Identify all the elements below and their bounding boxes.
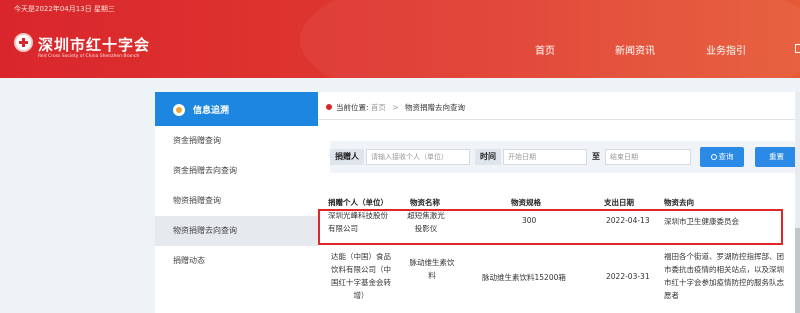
- cell-spec: 脉动维生素饮料15200箱: [482, 273, 566, 282]
- sidebar-item-fund-destination[interactable]: 资金捐赠去向查询: [155, 156, 318, 186]
- org-english-name: Red Cross Society of China Shenzhen Bran…: [38, 54, 140, 59]
- sidebar-item-fund-donation[interactable]: 资金捐赠查询: [155, 126, 318, 156]
- sidebar-item-goods-donation[interactable]: 物资捐赠查询: [155, 186, 318, 216]
- col-name: 物资名称: [410, 198, 440, 207]
- cell-date: 2022-03-31: [606, 272, 650, 281]
- col-date: 支出日期: [604, 198, 634, 207]
- info-icon: [173, 104, 185, 116]
- query-button[interactable]: 查询: [700, 147, 744, 167]
- main-panel: 当前位置: 首页 > 物资捐赠去向查询 捐赠人 请输入接收个人（单位） 时间 开…: [318, 92, 800, 313]
- nav-guide[interactable]: 业务指引: [706, 42, 746, 57]
- sidebar-header: 信息追溯: [155, 92, 318, 126]
- highlight-box: [318, 209, 783, 245]
- header-decoration: [300, 0, 800, 78]
- end-date-input[interactable]: 结束日期: [605, 149, 691, 165]
- current-date: 今天是2022年04月13日 星期三: [14, 5, 115, 13]
- search-icon: [710, 154, 717, 160]
- breadcrumb-home-link[interactable]: 首页: [371, 103, 386, 112]
- nav-more-icon[interactable]: [795, 44, 800, 53]
- search-bar: 捐赠人 请输入接收个人（单位） 时间 开始日期 至 结束日期 查询 重置: [330, 141, 798, 173]
- to-label: 至: [592, 152, 600, 161]
- breadcrumb-separator: >: [392, 103, 399, 112]
- org-name[interactable]: 深圳市红十字会: [38, 34, 150, 55]
- red-cross-logo-icon[interactable]: [14, 33, 33, 52]
- sidebar-item-donation-news[interactable]: 捐赠动态: [155, 246, 318, 276]
- page-scrollbar[interactable]: [795, 92, 800, 313]
- scrollbar-thumb[interactable]: [795, 228, 800, 313]
- donor-input[interactable]: 请输入接收个人（单位）: [366, 149, 470, 165]
- site-header: 今天是2022年04月13日 星期三 深圳市红十字会 Red Cross Soc…: [0, 0, 800, 78]
- location-pin-icon: [326, 104, 332, 110]
- cell-destination: 福田各个街道、罗湖防控指挥部、团市委抗击疫情的相关站点，以及深圳市红十字会参加疫…: [664, 252, 784, 300]
- reset-button[interactable]: 重置: [755, 147, 798, 167]
- breadcrumb: 当前位置: 首页 > 物资捐赠去向查询: [326, 102, 465, 113]
- breadcrumb-prefix: 当前位置:: [336, 103, 369, 112]
- nav-news[interactable]: 新闻资讯: [615, 42, 655, 57]
- sidebar-item-goods-destination[interactable]: 物资捐赠去向查询: [155, 216, 318, 246]
- donor-label: 捐赠人: [330, 149, 364, 165]
- table-row[interactable]: 达能（中国）食品饮料有限公司（中国红十字基金会转增） 脉动维生素饮料 脉动维生素…: [326, 250, 800, 313]
- start-date-input[interactable]: 开始日期: [503, 149, 587, 165]
- col-destination: 物资去向: [664, 198, 694, 207]
- breadcrumb-divider: [318, 119, 800, 120]
- table-header: 捐赠个人（单位） 物资名称 物资规格 支出日期 物资去向: [326, 197, 800, 209]
- time-label: 时间: [475, 149, 501, 165]
- nav-home[interactable]: 首页: [535, 42, 555, 57]
- cell-name: 脉动维生素饮料: [409, 258, 455, 280]
- col-donor: 捐赠个人（单位）: [328, 198, 388, 207]
- cell-donor: 达能（中国）食品饮料有限公司（中国红十字基金会转增）: [331, 252, 391, 300]
- sidebar-title: 信息追溯: [193, 106, 230, 116]
- col-spec: 物资规格: [511, 198, 541, 207]
- sidebar: 信息追溯 资金捐赠查询 资金捐赠去向查询 物资捐赠查询 物资捐赠去向查询 捐赠动…: [155, 92, 318, 313]
- breadcrumb-current: 物资捐赠去向查询: [405, 103, 465, 112]
